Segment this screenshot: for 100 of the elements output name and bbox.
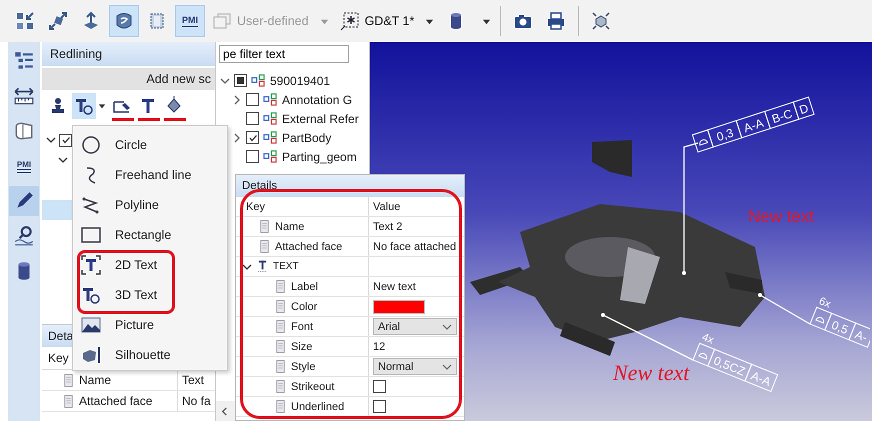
frame-cell: D	[792, 96, 815, 120]
checkmark-icon	[248, 132, 258, 142]
chevron-icon[interactable]	[46, 135, 56, 145]
property-key: Name	[275, 220, 304, 232]
annotation-text: New text	[748, 207, 814, 226]
checkbox[interactable]	[246, 93, 259, 106]
property-key: Name	[79, 373, 112, 387]
menu-item[interactable]: 3D Text	[73, 280, 227, 310]
datum-star-icon	[340, 11, 360, 31]
printer-icon	[546, 11, 566, 31]
gdt-dropdown[interactable]: GD&T 1*	[336, 6, 438, 36]
property-key: Font	[291, 320, 314, 332]
frame-cell: 0,3	[707, 120, 742, 148]
chevron-icon[interactable]	[232, 132, 242, 142]
property-key: Attached face	[79, 394, 152, 408]
menu-item[interactable]: Polyline	[73, 190, 227, 220]
frame-cell: B-C	[764, 102, 800, 130]
panel-title: Redlining	[42, 42, 215, 66]
chevron-icon	[442, 322, 452, 332]
add-new-button[interactable]: Add new sc	[42, 68, 215, 90]
profile-symbol-icon	[809, 306, 832, 331]
frame-cell: A-	[848, 322, 870, 348]
explode-view-icon	[15, 11, 35, 31]
menu-item[interactable]: Circle	[73, 130, 227, 160]
checkbox[interactable]	[373, 380, 386, 393]
checkbox[interactable]	[246, 112, 259, 125]
text-circle-icon	[81, 285, 101, 305]
circle-icon	[81, 135, 101, 155]
document-icon	[274, 379, 287, 394]
property-key: Color	[291, 300, 318, 312]
checkbox[interactable]	[246, 131, 259, 144]
chevron-icon[interactable]	[58, 155, 68, 165]
caret-icon	[425, 16, 434, 26]
tree-item[interactable]: 590019401	[270, 74, 330, 88]
column-header: Value	[373, 200, 400, 212]
rectangle-icon	[81, 225, 101, 245]
document-icon	[274, 299, 287, 314]
node-icon	[263, 150, 278, 163]
property-value: New text	[373, 280, 416, 292]
pmi-button[interactable]: PMI	[175, 5, 205, 37]
document-icon	[62, 372, 75, 388]
color-swatch[interactable]	[373, 300, 425, 314]
section-icon	[13, 120, 35, 142]
shape-button[interactable]	[109, 5, 139, 37]
chevron-icon	[442, 362, 452, 372]
silhouette-icon	[81, 345, 101, 365]
property-key: Size	[291, 340, 312, 352]
frame-cell: A-A	[736, 110, 771, 138]
property-value: Text	[182, 373, 204, 387]
chevron-icon[interactable]	[242, 262, 252, 272]
property-key: TEXT	[273, 261, 299, 272]
tree-item[interactable]: Annotation G	[282, 92, 352, 106]
polyline-icon	[81, 195, 101, 215]
tree-item[interactable]: External Refer	[282, 112, 359, 126]
caret-icon[interactable]	[98, 102, 106, 110]
chevron-icon[interactable]	[232, 94, 242, 104]
checkbox[interactable]	[373, 400, 386, 413]
tree-item[interactable]: Parting_geom	[282, 150, 357, 164]
node-icon	[263, 131, 278, 144]
node-icon	[251, 74, 266, 87]
document-icon	[62, 394, 75, 408]
document-icon	[274, 339, 287, 354]
document-icon	[274, 279, 287, 294]
checkmark-icon	[60, 135, 70, 145]
property-value: No face attached	[373, 240, 456, 252]
search-icon	[13, 225, 35, 247]
property-key: Label	[291, 280, 318, 292]
property-key: Underlined	[291, 400, 344, 412]
checkbox[interactable]	[246, 150, 259, 163]
checkbox[interactable]	[234, 74, 247, 87]
dropdown-field[interactable]: Normal	[373, 358, 457, 375]
ruler-icon	[13, 85, 35, 107]
property-key: Attached face	[275, 240, 342, 252]
document-icon	[274, 359, 287, 374]
text-frame-icon	[81, 255, 101, 275]
node-icon	[263, 93, 278, 106]
property-key: Strikeout	[291, 380, 334, 392]
menu-item[interactable]: 2D Text	[73, 250, 227, 280]
property-key: Style	[291, 360, 316, 372]
caret-icon	[320, 16, 329, 26]
pmi-rail-button[interactable]: PMI	[9, 151, 39, 181]
frame-cell: 0,5CZ	[707, 348, 752, 382]
checkbox[interactable]	[59, 134, 72, 146]
scroll-left-icon[interactable]	[220, 406, 229, 416]
filter-field[interactable]: pe filter text	[219, 45, 349, 63]
picture-icon	[81, 315, 101, 335]
leader-line	[758, 293, 810, 325]
text-property-icon	[256, 259, 269, 274]
profile-symbol-icon	[692, 129, 714, 153]
shape-icon	[114, 11, 134, 31]
menu-item[interactable]: Freehand line	[73, 160, 227, 190]
menu-item[interactable]: Rectangle	[73, 220, 227, 250]
tree-item[interactable]: PartBody	[282, 130, 332, 144]
dropdown-field[interactable]: Arial	[373, 318, 457, 335]
document-icon	[258, 219, 271, 234]
text-circle-tool-button[interactable]	[72, 92, 96, 118]
property-value: 12	[373, 340, 386, 352]
document-icon	[274, 399, 287, 414]
chevron-icon[interactable]	[220, 76, 230, 86]
pencil-rail-button[interactable]	[9, 186, 39, 216]
